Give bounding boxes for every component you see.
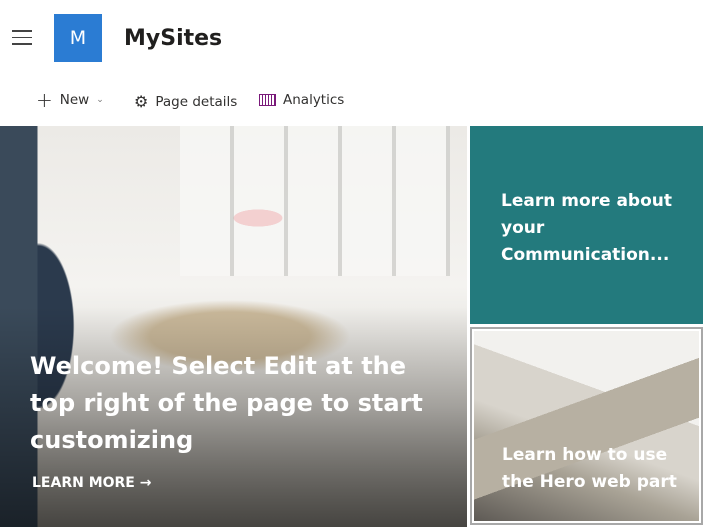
hero-tile-hero-webpart[interactable]: Learn how to use the Hero web part <box>470 327 703 525</box>
arrow-right-icon: → <box>139 475 152 491</box>
tile-title: Learn more about your Communication... <box>501 191 673 265</box>
new-label: New <box>59 92 90 108</box>
page-details-label: Page details <box>155 93 238 110</box>
learn-more-link[interactable]: LEARN MORE → <box>32 475 151 491</box>
gear-icon: ⚙ <box>134 92 149 111</box>
analytics-button[interactable]: Analytics <box>259 92 344 108</box>
site-logo[interactable]: M <box>54 14 102 62</box>
chevron-down-icon: ⌄ <box>96 95 104 105</box>
tile-title: Learn how to use the Hero web part <box>502 445 677 492</box>
logo-letter: M <box>69 27 87 49</box>
learn-more-label: LEARN MORE <box>32 475 135 491</box>
plus-icon: + <box>36 88 53 112</box>
page-details-button[interactable]: ⚙ Page details <box>134 92 237 111</box>
hero-tile-communication[interactable]: Learn more about your Communication... <box>470 126 703 324</box>
site-title[interactable]: MySites <box>124 26 222 51</box>
hero-overlay <box>0 126 467 527</box>
new-button[interactable]: + New ⌄ <box>36 88 104 112</box>
menu-icon[interactable] <box>12 30 32 45</box>
analytics-label: Analytics <box>283 92 345 108</box>
hero-main-tile[interactable]: Welcome! Select Edit at the top right of… <box>0 126 467 527</box>
hero-title: Welcome! Select Edit at the top right of… <box>30 352 423 454</box>
analytics-icon <box>259 94 276 106</box>
